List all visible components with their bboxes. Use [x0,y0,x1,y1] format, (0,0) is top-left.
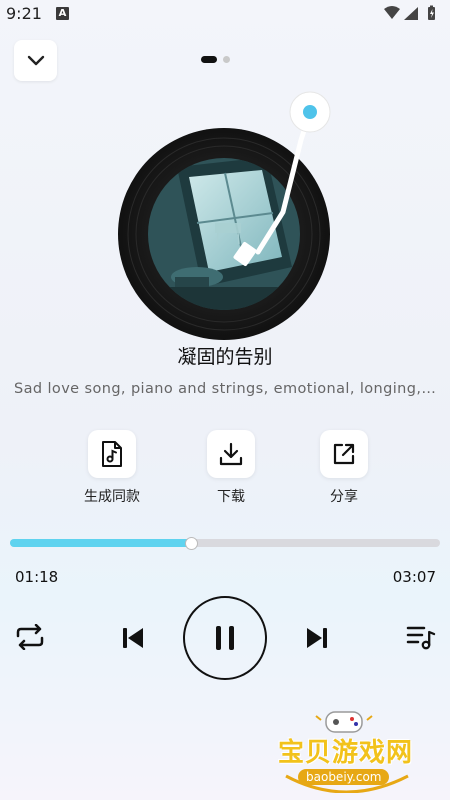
download-icon [219,442,243,466]
share-button[interactable]: 分享 [304,430,384,506]
play-pause-button[interactable] [183,596,267,680]
current-time: 01:18 [15,568,59,586]
previous-button[interactable] [118,624,148,652]
share-label: 分享 [330,489,358,505]
playlist-button[interactable] [404,622,438,652]
progress-slider[interactable] [10,537,440,550]
watermark-logo: 宝贝游戏网 baobeiy.com [276,708,416,793]
repeat-button[interactable] [12,622,48,652]
music-file-icon [102,441,122,467]
pause-icon [216,626,234,650]
progress-fill [10,539,191,547]
watermark-text: 宝贝游戏网 [278,738,414,768]
download-label: 下载 [217,489,245,505]
tonearm [233,91,331,266]
song-description: Sad love song, piano and strings, emotio… [14,381,436,397]
total-time: 03:07 [392,568,436,586]
watermark-url: baobeiy.com [298,769,390,785]
skip-previous-icon [123,628,143,648]
generate-similar-label: 生成同款 [84,489,140,505]
download-button[interactable]: 下载 [191,430,271,506]
share-icon [333,443,355,465]
playlist-icon [406,626,436,650]
skip-next-icon [307,628,327,648]
song-title: 凝固的告别 [177,346,273,368]
generate-similar-button[interactable]: 生成同款 [72,430,152,506]
progress-thumb[interactable] [184,537,198,550]
next-button[interactable] [302,624,332,652]
repeat-icon [16,624,44,650]
